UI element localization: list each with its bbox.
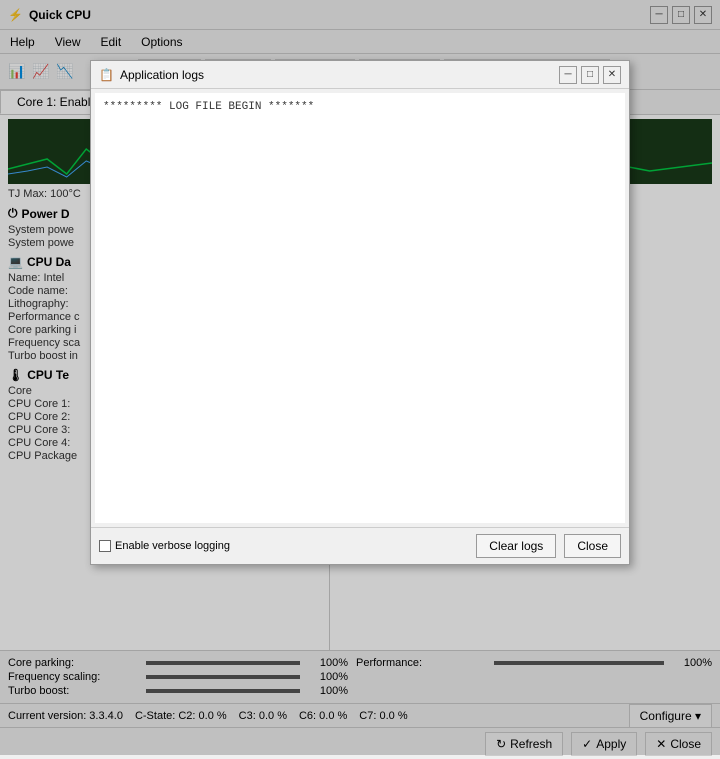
verbose-logging-checkbox[interactable] (99, 540, 111, 552)
modal-overlay: 📋 Application logs ─ □ ✕ ********* LOG F… (0, 0, 720, 755)
modal-close-logs-button[interactable]: Close (564, 534, 621, 558)
modal-log-content: ********* LOG FILE BEGIN ******* (95, 93, 625, 523)
modal-close-button[interactable]: ✕ (603, 66, 621, 84)
log-file-begin: ********* LOG FILE BEGIN ******* (103, 101, 314, 113)
modal-maximize-button[interactable]: □ (581, 66, 599, 84)
verbose-logging-label[interactable]: Enable verbose logging (99, 540, 230, 552)
modal-footer: Enable verbose logging Clear logs Close (91, 527, 629, 564)
modal-title: Application logs (120, 68, 204, 82)
clear-logs-button[interactable]: Clear logs (476, 534, 556, 558)
modal-logs-icon: 📋 (99, 68, 114, 82)
modal-title-bar: 📋 Application logs ─ □ ✕ (91, 61, 629, 89)
application-logs-modal: 📋 Application logs ─ □ ✕ ********* LOG F… (90, 60, 630, 565)
modal-minimize-button[interactable]: ─ (559, 66, 577, 84)
